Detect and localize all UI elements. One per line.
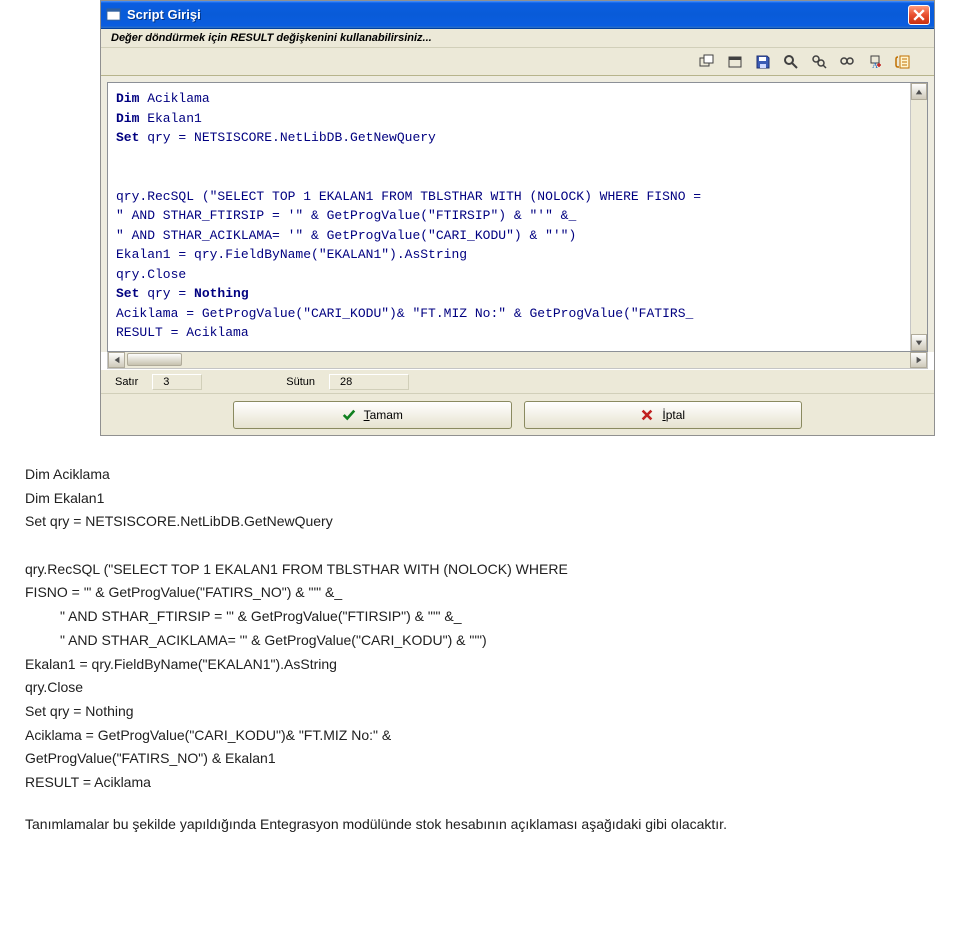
- scroll-up-icon[interactable]: [911, 83, 927, 100]
- script-dialog: Script Girişi Değer döndürmek için RESUL…: [100, 0, 935, 436]
- doc-line: Set qry = Nothing: [25, 701, 895, 723]
- cancel-button[interactable]: İptal: [524, 401, 803, 429]
- doc-line: " AND STHAR_ACIKLAMA= '" & GetProgValue(…: [25, 630, 895, 652]
- script-icon[interactable]: [894, 53, 912, 71]
- hint-bar: Değer döndürmek için RESULT değişkenini …: [101, 29, 934, 48]
- titlebar[interactable]: Script Girişi: [101, 1, 934, 29]
- doc-line: FISNO = '" & GetProgValue("FATIRS_NO") &…: [25, 582, 895, 604]
- save-icon[interactable]: [754, 53, 772, 71]
- button-bar: Tamam İptal: [101, 393, 934, 435]
- doc-line: Aciklama = GetProgValue("CARI_KODU")& "F…: [25, 725, 895, 747]
- doc-line: " AND STHAR_FTIRSIP = '" & GetProgValue(…: [25, 606, 895, 628]
- scroll-down-icon[interactable]: [911, 334, 927, 351]
- find-two-icon[interactable]: [838, 53, 856, 71]
- close-button[interactable]: [908, 5, 930, 25]
- doc-line: qry.Close: [25, 677, 895, 699]
- doc-line: Set qry = NETSISCORE.NetLibDB.GetNewQuer…: [25, 511, 895, 533]
- doc-line: Dim Aciklama: [25, 464, 895, 486]
- col-value: 28: [329, 374, 409, 390]
- check-icon: [342, 408, 356, 422]
- doc-line: Ekalan1 = qry.FieldByName("EKALAN1").AsS…: [25, 654, 895, 676]
- scroll-left-icon[interactable]: [108, 352, 125, 368]
- code-editor[interactable]: Dim AciklamaDim Ekalan1Set qry = NETSISC…: [107, 82, 928, 352]
- doc-line: Dim Ekalan1: [25, 488, 895, 510]
- col-label: Sütun: [282, 376, 319, 388]
- toolbar: A: [101, 48, 934, 76]
- scroll-right-icon[interactable]: [910, 352, 927, 368]
- ok-button[interactable]: Tamam: [233, 401, 512, 429]
- row-label: Satır: [111, 376, 142, 388]
- doc-line: RESULT = Aciklama: [25, 772, 895, 794]
- document-body: Dim Aciklama Dim Ekalan1 Set qry = NETSI…: [25, 464, 895, 835]
- window-title: Script Girişi: [127, 7, 908, 22]
- row-value: 3: [152, 374, 202, 390]
- doc-line: [25, 535, 895, 557]
- app-icon: [105, 7, 121, 23]
- cascade-windows-icon[interactable]: [698, 53, 716, 71]
- doc-paragraph: Tanımlamalar bu şekilde yapıldığında Ent…: [25, 814, 895, 836]
- window-icon[interactable]: [726, 53, 744, 71]
- scroll-thumb[interactable]: [127, 353, 182, 366]
- add-field-icon[interactable]: A: [866, 53, 884, 71]
- find-multi-icon[interactable]: [810, 53, 828, 71]
- doc-line: qry.RecSQL ("SELECT TOP 1 EKALAN1 FROM T…: [25, 559, 895, 581]
- cross-icon: [640, 408, 654, 422]
- doc-line: GetProgValue("FATIRS_NO") & Ekalan1: [25, 748, 895, 770]
- find-icon[interactable]: [782, 53, 800, 71]
- status-bar: Satır 3 Sütun 28: [101, 369, 934, 393]
- horizontal-scrollbar[interactable]: [107, 352, 928, 369]
- vertical-scrollbar[interactable]: [910, 83, 927, 351]
